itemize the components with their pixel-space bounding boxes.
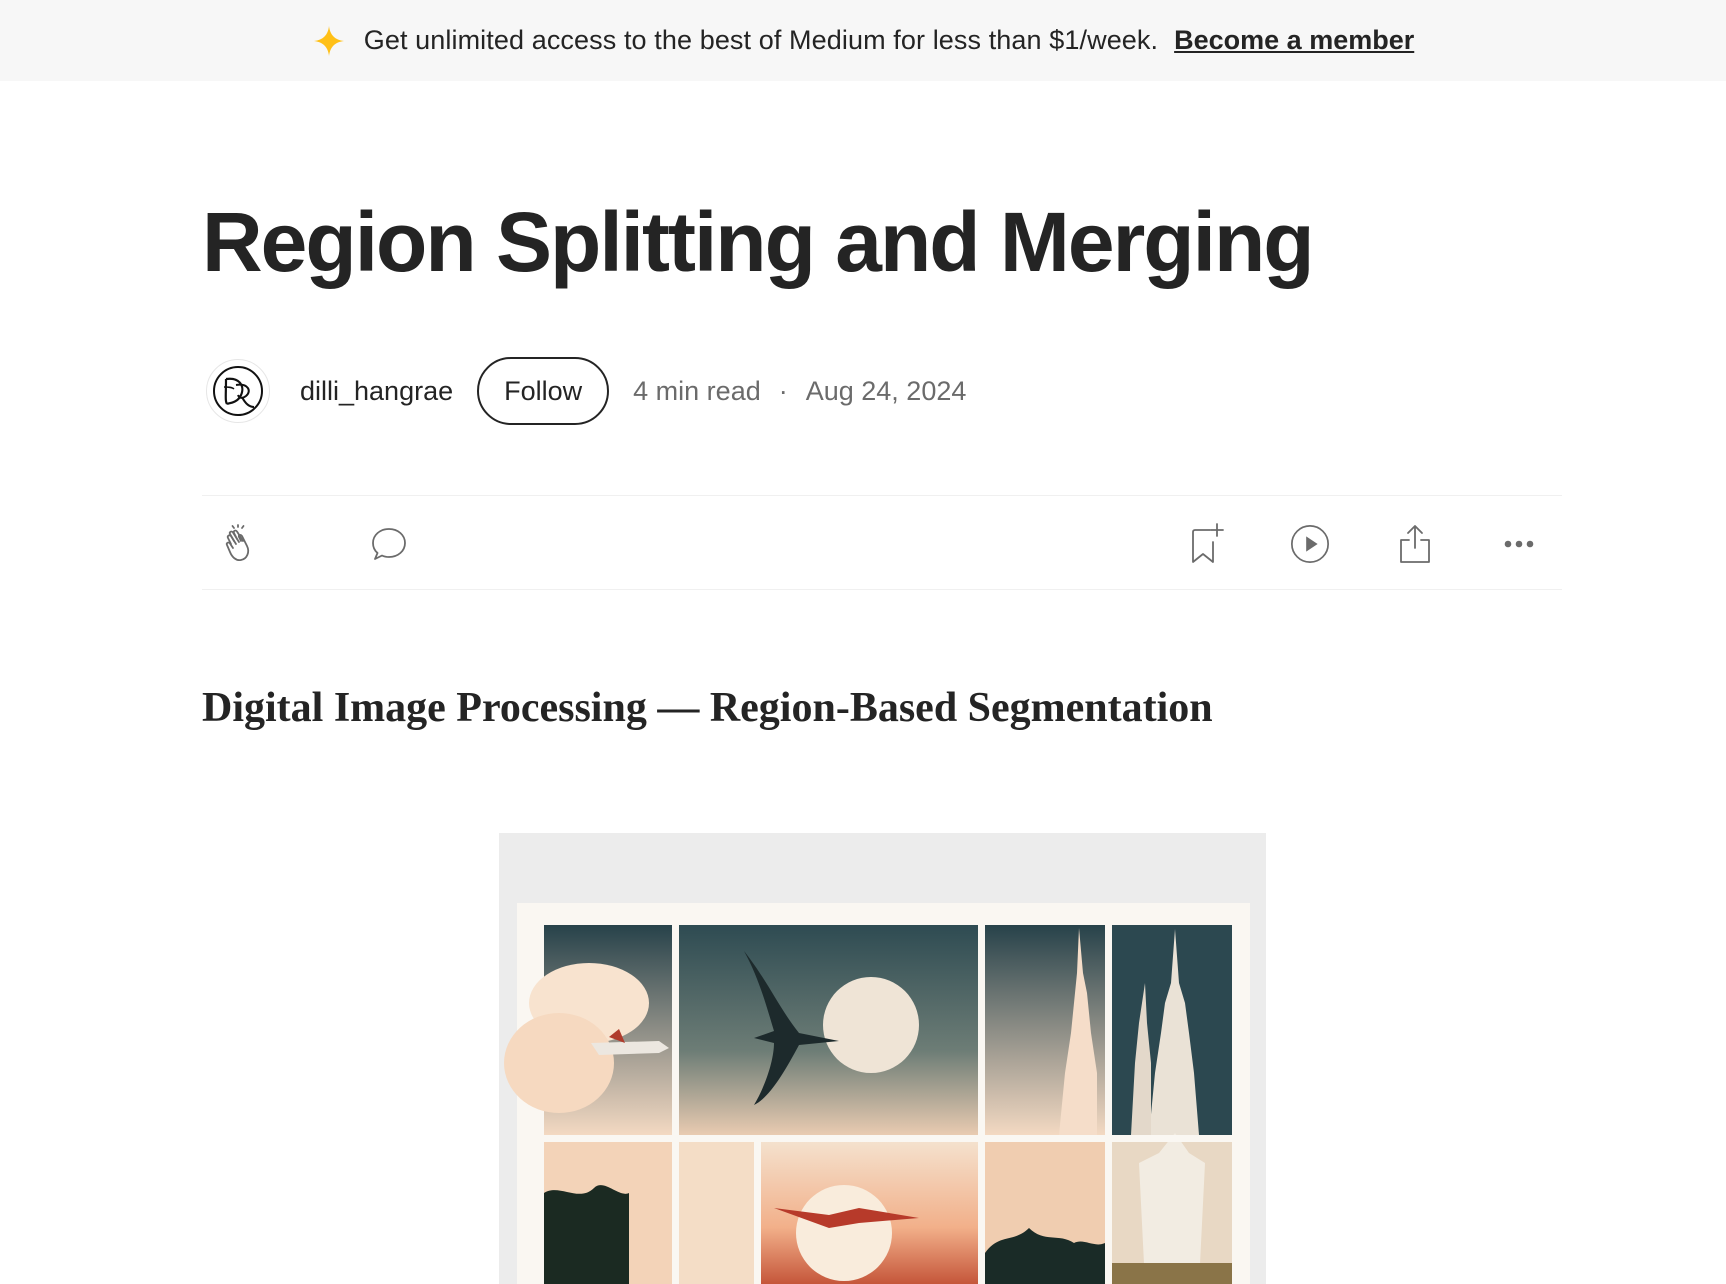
hero-image[interactable] bbox=[499, 833, 1266, 1284]
read-time: 4 min read bbox=[633, 375, 761, 406]
more-icon[interactable] bbox=[1498, 523, 1540, 565]
clap-icon[interactable] bbox=[220, 523, 262, 565]
article-title: Region Splitting and Merging bbox=[202, 195, 1315, 289]
avatar[interactable] bbox=[206, 359, 270, 423]
meta-separator: · bbox=[778, 375, 788, 406]
banner-content: Get unlimited access to the best of Medi… bbox=[313, 25, 1414, 56]
publish-date: Aug 24, 2024 bbox=[805, 375, 967, 406]
article-subtitle: Digital Image Processing — Region-Based … bbox=[202, 685, 1213, 731]
byline: dilli_hangrae Follow 4 min read · Aug 24… bbox=[206, 355, 966, 427]
membership-banner: Get unlimited access to the best of Medi… bbox=[0, 0, 1726, 81]
share-icon[interactable] bbox=[1394, 523, 1436, 565]
avatar-monogram bbox=[213, 366, 263, 416]
become-member-link[interactable]: Become a member bbox=[1174, 25, 1414, 56]
article-action-bar bbox=[202, 495, 1562, 590]
bookmark-add-icon[interactable] bbox=[1185, 523, 1227, 565]
play-icon[interactable] bbox=[1289, 523, 1331, 565]
sparkle-icon bbox=[313, 25, 344, 56]
banner-text: Get unlimited access to the best of Medi… bbox=[363, 25, 1159, 55]
illustration-image bbox=[499, 833, 1266, 1284]
comment-icon[interactable] bbox=[368, 523, 410, 565]
follow-button[interactable]: Follow bbox=[477, 357, 610, 425]
author-name[interactable]: dilli_hangrae bbox=[300, 376, 453, 407]
